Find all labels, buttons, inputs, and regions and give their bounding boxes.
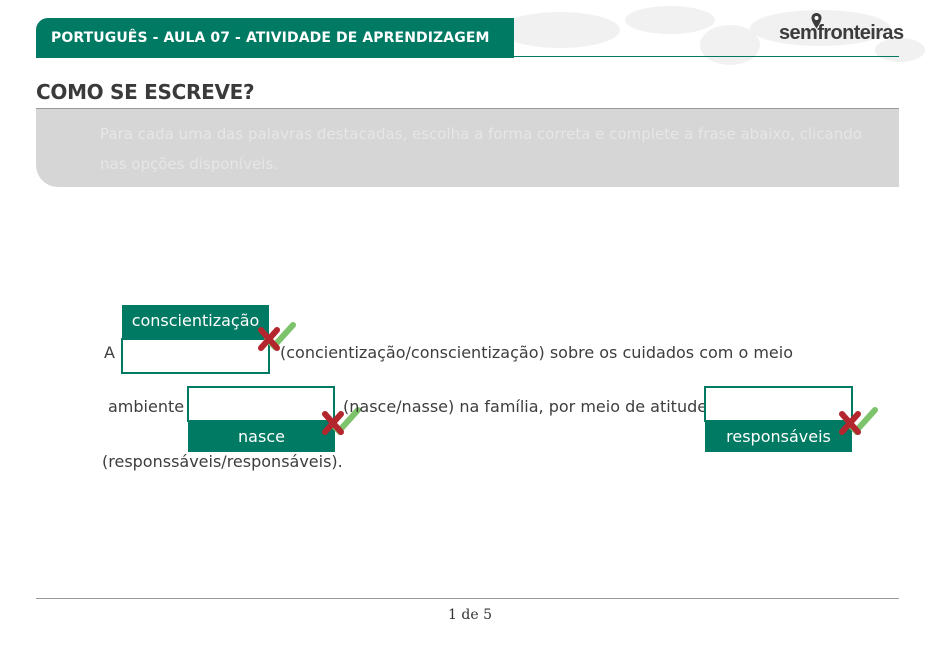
instruction-text: Para cada uma das palavras destacadas, e… bbox=[100, 125, 862, 173]
sentence-line-2: (nasce/nasse) na família, por meio de at… bbox=[343, 397, 716, 416]
answer-option-responsaveis[interactable]: responsáveis bbox=[705, 421, 852, 452]
answer-option-nasce[interactable]: nasce bbox=[188, 421, 335, 452]
section-title: COMO SE ESCREVE? bbox=[36, 80, 255, 104]
sentence-line-1: (concientização/conscientização) sobre o… bbox=[280, 343, 793, 362]
sentence-line-2-start: ambiente bbox=[108, 397, 185, 416]
footer-divider bbox=[36, 598, 899, 599]
instruction-box: Para cada uma das palavras destacadas, e… bbox=[36, 109, 899, 187]
header-banner: PORTUGUÊS - AULA 07 - ATIVIDADE DE APREN… bbox=[36, 18, 514, 58]
semfronteiras-logo: semfronteiras bbox=[779, 13, 904, 45]
blank-input-1[interactable] bbox=[121, 338, 270, 374]
answer-option-conscientizacao[interactable]: conscientização bbox=[122, 305, 269, 338]
page-indicator: 1 de 5 bbox=[448, 607, 492, 623]
sentence-line-3: (responssáveis/responsáveis). bbox=[102, 452, 343, 471]
sentence-start: A bbox=[104, 343, 115, 362]
header-divider bbox=[514, 56, 899, 57]
logo-fronteiras: fronteiras bbox=[817, 22, 904, 44]
blank-input-2[interactable] bbox=[187, 386, 335, 422]
blank-input-3[interactable] bbox=[704, 386, 853, 422]
x-mark-icon bbox=[839, 411, 861, 435]
location-pin-icon bbox=[811, 13, 822, 29]
lesson-title: PORTUGUÊS - AULA 07 - ATIVIDADE DE APREN… bbox=[51, 30, 490, 46]
